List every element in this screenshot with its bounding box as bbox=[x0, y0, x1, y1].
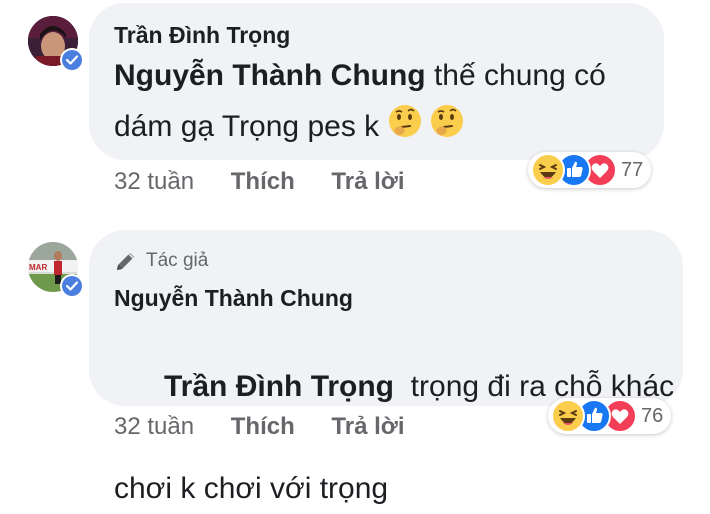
pencil-icon bbox=[114, 249, 138, 273]
author-badge: Tác giả bbox=[114, 249, 208, 273]
reply-button[interactable]: Trả lời bbox=[331, 413, 404, 440]
comment-text-line-2: chơi k chơi với trọng bbox=[114, 472, 389, 505]
comment-meta: 32 tuần Thích Trả lời bbox=[114, 413, 405, 441]
comment-2: MAR Tác giả Nguyễn Thành Chung Trần Đình… bbox=[0, 0, 710, 505]
reaction-count: 76 bbox=[641, 404, 664, 427]
comment-author[interactable]: Nguyễn Thành Chung bbox=[114, 285, 353, 312]
reactions-summary[interactable]: 76 bbox=[548, 398, 672, 434]
haha-icon bbox=[551, 399, 585, 433]
like-button[interactable]: Thích bbox=[231, 413, 295, 440]
svg-text:MAR: MAR bbox=[29, 263, 47, 272]
comment-timestamp[interactable]: 32 tuần bbox=[114, 413, 194, 440]
author-badge-label: Tác giả bbox=[146, 250, 209, 271]
mention-tag[interactable]: Trần Đình Trọng bbox=[164, 370, 394, 403]
haha-icon bbox=[531, 153, 565, 187]
avatar[interactable]: MAR bbox=[28, 242, 84, 298]
verified-badge-icon bbox=[60, 274, 84, 298]
